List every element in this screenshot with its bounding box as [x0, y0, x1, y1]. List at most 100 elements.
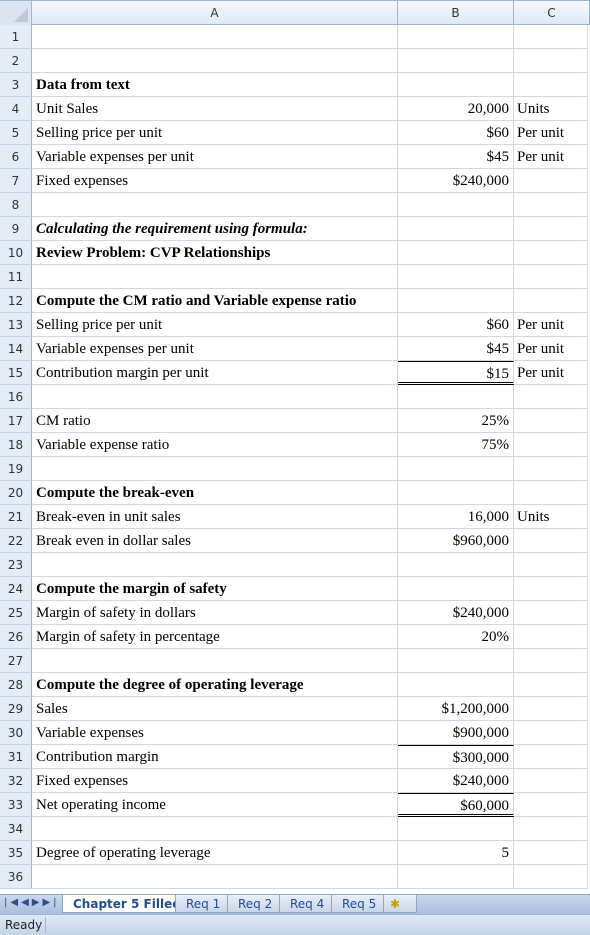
cell-b[interactable]: 5 — [398, 841, 514, 865]
row-header[interactable]: 10 — [0, 241, 32, 265]
cell-a[interactable]: Review Problem: CVP Relationships — [32, 241, 398, 265]
prev-sheet-icon[interactable]: ◀ — [21, 897, 32, 908]
cell-a[interactable] — [32, 193, 398, 217]
row-header[interactable]: 16 — [0, 385, 32, 409]
cell-c[interactable] — [514, 481, 588, 505]
row-header[interactable]: 27 — [0, 649, 32, 673]
row-header[interactable]: 26 — [0, 625, 32, 649]
cell-c[interactable]: Units — [514, 97, 588, 121]
cell-b[interactable] — [398, 817, 514, 841]
cell-b[interactable] — [398, 865, 514, 889]
cell-c[interactable] — [514, 553, 588, 577]
cell-a[interactable]: Contribution margin per unit — [32, 361, 398, 385]
cell-b[interactable] — [398, 217, 514, 241]
cell-c[interactable]: Per unit — [514, 337, 588, 361]
cell-c[interactable] — [514, 625, 588, 649]
sheet-tab-req-2[interactable]: Req 2 — [227, 895, 284, 913]
column-header-a[interactable]: A — [32, 1, 398, 25]
row-header[interactable]: 4 — [0, 97, 32, 121]
row-header[interactable]: 1 — [0, 25, 32, 49]
cell-b[interactable]: $240,000 — [398, 601, 514, 625]
cell-b[interactable] — [398, 673, 514, 697]
cell-b[interactable] — [398, 481, 514, 505]
cell-b[interactable]: $60 — [398, 121, 514, 145]
cell-a[interactable]: CM ratio — [32, 409, 398, 433]
row-header[interactable]: 35 — [0, 841, 32, 865]
cell-a[interactable]: Margin of safety in dollars — [32, 601, 398, 625]
cell-a[interactable]: Variable expenses — [32, 721, 398, 745]
cell-c[interactable] — [514, 457, 588, 481]
cell-c[interactable] — [514, 385, 588, 409]
sheet-nav-buttons[interactable]: |◀◀▶▶| — [4, 897, 60, 908]
cell-c[interactable] — [514, 409, 588, 433]
next-sheet-icon[interactable]: ▶ — [32, 897, 43, 908]
cell-b[interactable]: $240,000 — [398, 769, 514, 793]
cell-c[interactable] — [514, 649, 588, 673]
cell-a[interactable] — [32, 457, 398, 481]
cell-b[interactable]: $960,000 — [398, 529, 514, 553]
cell-c[interactable]: Per unit — [514, 145, 588, 169]
row-header[interactable]: 32 — [0, 769, 32, 793]
cell-a[interactable]: Fixed expenses — [32, 769, 398, 793]
last-sheet-icon[interactable]: ▶| — [42, 897, 59, 908]
cell-c[interactable]: Per unit — [514, 313, 588, 337]
first-sheet-icon[interactable]: |◀ — [4, 897, 21, 908]
cell-a[interactable]: Data from text — [32, 73, 398, 97]
cell-b[interactable]: 16,000 — [398, 505, 514, 529]
cell-a[interactable] — [32, 49, 398, 73]
row-header[interactable]: 23 — [0, 553, 32, 577]
cell-b[interactable]: $300,000 — [398, 745, 514, 769]
row-header[interactable]: 36 — [0, 865, 32, 889]
cell-b[interactable]: $240,000 — [398, 169, 514, 193]
row-header[interactable]: 29 — [0, 697, 32, 721]
cell-c[interactable] — [514, 169, 588, 193]
cell-b[interactable] — [398, 649, 514, 673]
row-header[interactable]: 3 — [0, 73, 32, 97]
cell-a[interactable] — [32, 265, 398, 289]
row-header[interactable]: 31 — [0, 745, 32, 769]
cell-c[interactable] — [514, 841, 588, 865]
cell-b[interactable] — [398, 265, 514, 289]
row-header[interactable]: 15 — [0, 361, 32, 385]
select-all-button[interactable] — [0, 1, 32, 25]
row-header[interactable]: 20 — [0, 481, 32, 505]
cell-b[interactable] — [398, 241, 514, 265]
row-header[interactable]: 17 — [0, 409, 32, 433]
cell-a[interactable]: Variable expense ratio — [32, 433, 398, 457]
cell-b[interactable] — [398, 193, 514, 217]
row-header[interactable]: 12 — [0, 289, 32, 313]
cell-b[interactable]: 20% — [398, 625, 514, 649]
cell-c[interactable] — [514, 601, 588, 625]
cell-b[interactable] — [398, 553, 514, 577]
cell-a[interactable]: Selling price per unit — [32, 313, 398, 337]
cell-a[interactable]: Compute the margin of safety — [32, 577, 398, 601]
cell-c[interactable] — [514, 73, 588, 97]
cell-c[interactable] — [514, 745, 588, 769]
row-header[interactable]: 6 — [0, 145, 32, 169]
cell-c[interactable]: Per unit — [514, 121, 588, 145]
cell-a[interactable]: Break even in dollar sales — [32, 529, 398, 553]
row-header[interactable]: 5 — [0, 121, 32, 145]
cell-a[interactable] — [32, 817, 398, 841]
cell-b[interactable] — [398, 49, 514, 73]
cell-b[interactable]: $60,000 — [398, 793, 514, 817]
cell-b[interactable]: 20,000 — [398, 97, 514, 121]
cell-a[interactable]: Selling price per unit — [32, 121, 398, 145]
cell-a[interactable]: Break-even in unit sales — [32, 505, 398, 529]
row-header[interactable]: 28 — [0, 673, 32, 697]
cell-b[interactable] — [398, 385, 514, 409]
row-header[interactable]: 24 — [0, 577, 32, 601]
cell-c[interactable] — [514, 49, 588, 73]
cell-c[interactable] — [514, 241, 588, 265]
cell-a[interactable]: Compute the break-even — [32, 481, 398, 505]
cell-a[interactable] — [32, 553, 398, 577]
row-header[interactable]: 21 — [0, 505, 32, 529]
cell-c[interactable] — [514, 265, 588, 289]
cell-c[interactable] — [514, 793, 588, 817]
cell-c[interactable] — [514, 769, 588, 793]
cell-c[interactable] — [514, 529, 588, 553]
cell-c[interactable] — [514, 289, 588, 313]
cell-b[interactable] — [398, 289, 514, 313]
cell-a[interactable]: Sales — [32, 697, 398, 721]
cell-a[interactable]: Fixed expenses — [32, 169, 398, 193]
